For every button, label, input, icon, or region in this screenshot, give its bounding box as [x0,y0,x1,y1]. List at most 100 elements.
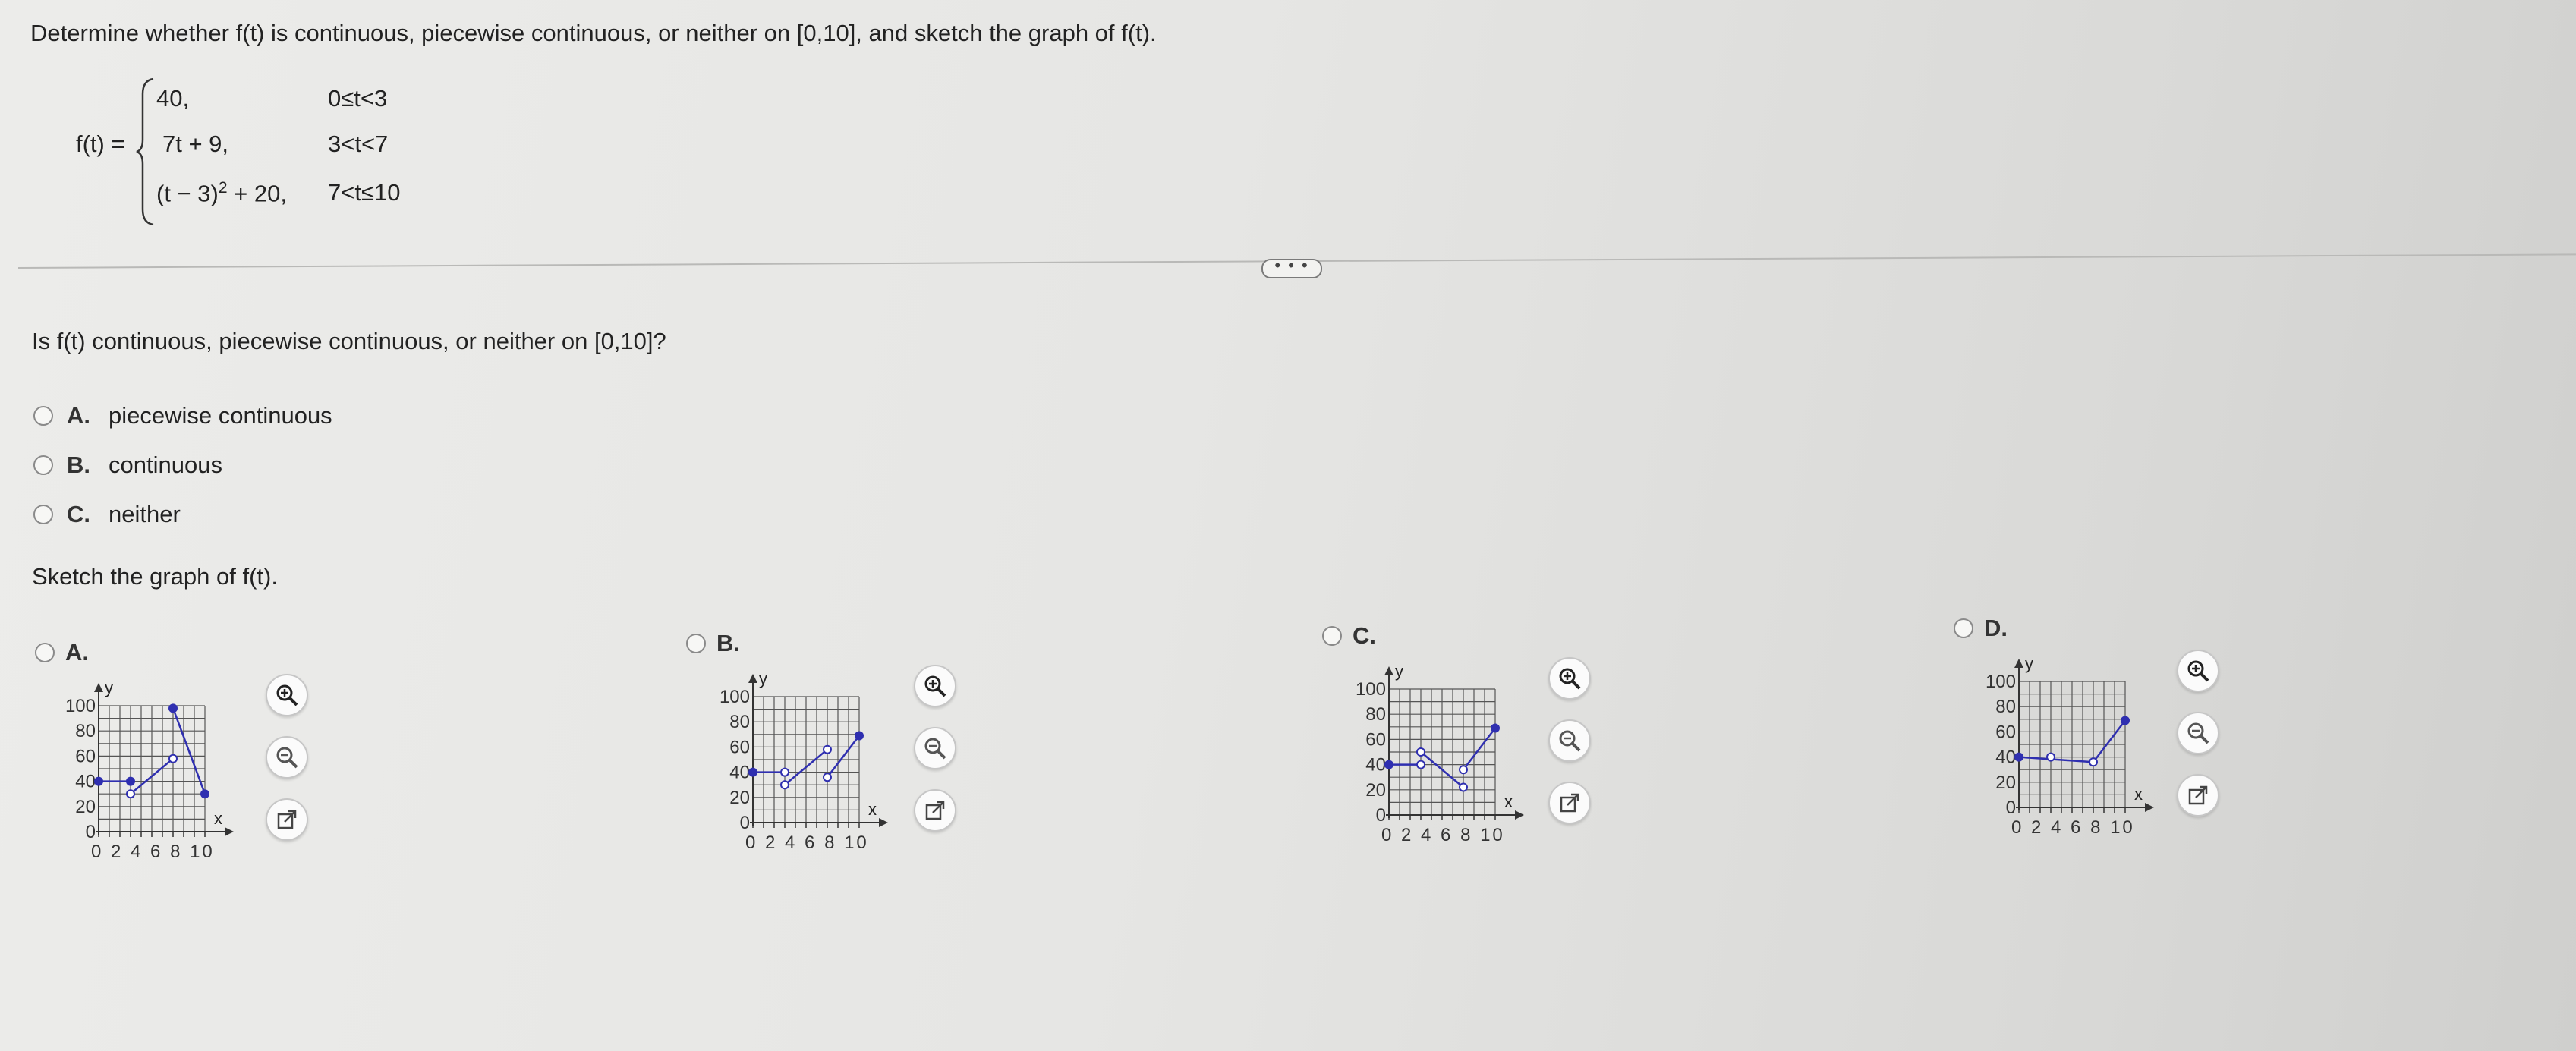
zoom-in-icon[interactable] [914,665,956,707]
zoom-in-icon[interactable] [1548,657,1591,700]
y-tick-label: 20 [75,797,96,817]
x-tick-labels: 0 2 4 6 8 10 [91,842,215,862]
choice-letter: C. [67,501,90,527]
choice-c[interactable]: C. neither [33,501,181,528]
y-tick-label: 60 [1365,729,1386,750]
closed-point [855,731,864,741]
sketch-prompt: Sketch the graph of f(t). [32,563,278,590]
graph-canvas: y x 100 80 60 40 20 00 2 4 6 8 10 [65,678,234,862]
y-tick-label: 100 [65,696,96,716]
zoom-out-icon[interactable] [266,736,308,779]
y-tick-label: 100 [1356,679,1386,700]
open-new-window-icon[interactable] [1548,782,1591,824]
y-axis-arrow [2014,659,2023,668]
x-axis-label: x [868,800,877,819]
choice-label: neither [109,501,181,527]
x-axis-arrow [225,827,234,836]
choice-label: piecewise continuous [109,402,332,429]
option-letter: C. [1353,622,1376,649]
piece-1-cond: 0≤t<3 [328,85,388,112]
closed-point [1384,760,1393,769]
closed-point [94,776,103,786]
x-axis-arrow [1515,810,1524,820]
y-tick-label: 0 [740,813,750,833]
x-axis-arrow [2145,803,2154,812]
open-point [2046,752,2055,762]
y-axis-arrow [94,683,103,692]
graph-canvas: y x 100 80 60 40 20 00 2 4 6 8 10 [1356,662,1524,845]
y-tick-label: 80 [1995,697,2016,717]
radio-button[interactable] [1954,618,1973,638]
graph-option-d-head[interactable]: D. [1954,615,2008,642]
y-axis-label: y [105,678,113,697]
open-point [823,773,832,782]
zoom-out-icon[interactable] [914,727,956,769]
radio-button[interactable] [1322,626,1342,646]
choice-b[interactable]: B. continuous [33,452,222,479]
open-point [780,767,789,777]
radio-button[interactable] [33,455,53,475]
graph-b-tools [914,665,956,832]
graph-c-tools [1548,657,1591,824]
choice-letter: B. [67,452,90,478]
radio-button[interactable] [33,406,53,426]
y-tick-label: 20 [1995,773,2016,793]
x-axis-label: x [1504,792,1513,811]
zoom-in-icon[interactable] [266,674,308,716]
y-axis-label: y [759,669,767,688]
graph-option-a: y x 100 80 60 40 20 0 0 2 4 6 8 10 [38,674,243,867]
open-point [168,754,178,763]
y-tick-label: 80 [75,721,96,741]
y-tick-label: 60 [729,737,750,757]
x-axis-label: x [2134,785,2143,804]
graph-option-a-head[interactable]: A. [35,639,89,666]
graph-canvas: y x 100 80 60 40 20 00 2 4 6 8 10 [1986,654,2154,838]
open-new-window-icon[interactable] [266,798,308,841]
radio-button[interactable] [686,634,706,653]
radio-button[interactable] [33,505,53,524]
open-point [1459,765,1468,775]
radio-button[interactable] [35,643,55,662]
function-brace [136,77,154,226]
choice-a[interactable]: A. piecewise continuous [33,402,332,430]
closed-point [200,789,209,799]
closed-point [168,703,178,713]
graph-option-c-head[interactable]: C. [1322,622,1376,650]
y-tick-label: 100 [720,687,750,707]
y-tick-label: 100 [1986,672,2016,692]
piece-2-expr: 7t + 9, [162,131,229,157]
graph-option-c: y x 100 80 60 40 20 0 0 2 4 6 8 10 [1328,657,1533,851]
curve-segment [2018,756,2094,763]
open-new-window-icon[interactable] [914,789,956,832]
graph-d-tools [2177,650,2219,817]
choice-letter: A. [67,402,90,429]
option-letter: A. [65,639,89,666]
curve-segment [827,735,860,779]
graph-option-b: y x 100 80 60 40 20 0 0 2 4 6 8 10 [692,665,897,858]
x-axis-arrow [879,818,888,827]
x-tick-labels: 0 2 4 6 8 10 [745,832,869,853]
piece-2-cond: 3<t<7 [328,131,389,157]
graph-canvas: y x 100 80 60 40 20 00 2 4 6 8 10 [720,669,888,853]
piece-3-expr: (t − 3)2 + 20, [156,179,287,207]
closed-point [748,767,757,777]
open-point [1416,747,1425,757]
closed-point [2121,716,2130,725]
open-new-window-icon[interactable] [2177,774,2219,817]
x-tick-labels: 0 2 4 6 8 10 [1381,825,1505,845]
curve-segment [1463,727,1496,771]
option-letter: D. [1984,615,2008,641]
piece-1-expr: 40, [156,85,190,112]
expand-button[interactable]: • • • [1261,257,1322,278]
zoom-out-icon[interactable] [1548,719,1591,762]
question-text: Determine whether f(t) is continuous, pi… [30,20,1157,46]
choice-label: continuous [109,452,222,478]
function-lhs: f(t) = [76,131,125,157]
graph-option-d: y x 100 80 60 40 20 0 0 2 4 6 8 10 [1958,650,2163,843]
open-point [1416,760,1425,769]
zoom-out-icon[interactable] [2177,712,2219,754]
x-axis-label: x [214,809,222,828]
y-tick-label: 20 [729,788,750,808]
zoom-in-icon[interactable] [2177,650,2219,692]
graph-option-b-head[interactable]: B. [686,630,740,657]
